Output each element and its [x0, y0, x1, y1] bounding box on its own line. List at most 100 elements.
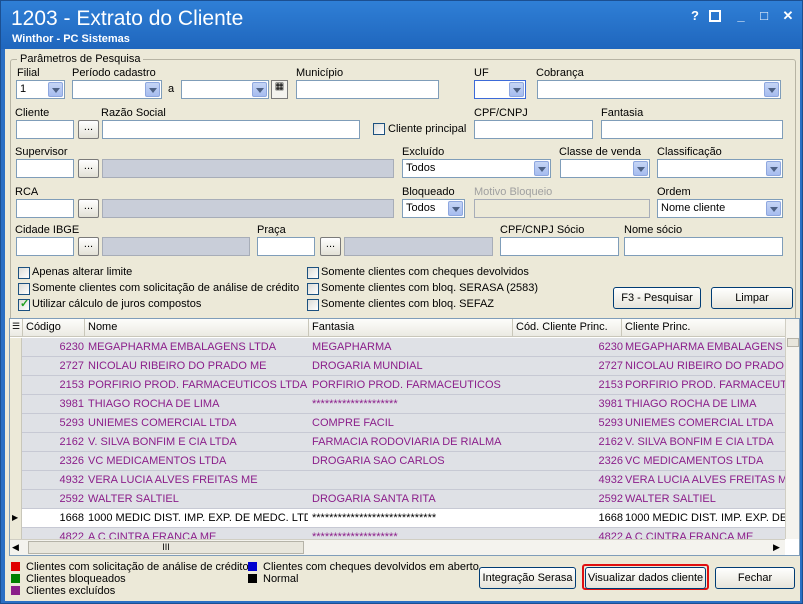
chevron-down-icon[interactable] [509, 82, 524, 97]
cell-codigo: 2162 [59, 436, 84, 448]
cliente-input[interactable] [16, 120, 74, 139]
col-fantasia[interactable]: Fantasia [312, 321, 354, 333]
bloqueado-select[interactable]: Todos [402, 199, 465, 218]
calendar-icon[interactable]: ▦ [271, 80, 288, 99]
cpf-socio-input[interactable] [500, 237, 619, 256]
solicitacao-analise-label: Somente clientes com solicitação de anál… [32, 282, 300, 294]
juros-compostos-checkbox[interactable] [18, 297, 30, 311]
cell-nome: MEGAPHARMA EMBALAGENS LTDA [88, 341, 277, 353]
nome-socio-input[interactable] [624, 237, 783, 256]
table-row[interactable]: 1668 1000 MEDIC DIST. IMP. EXP. DE MEDC. … [22, 509, 785, 528]
chevron-down-icon[interactable] [766, 201, 781, 216]
chevron-down-icon[interactable] [534, 161, 549, 176]
cell-codigo: 1668 [59, 512, 84, 524]
table-row[interactable]: 2162 V. SILVA BONFIM E CIA LTDA FARMACIA R… [22, 433, 785, 452]
periodo-start-date[interactable] [72, 80, 162, 99]
minimize-icon[interactable]: _ [733, 8, 749, 24]
table-row[interactable]: 2592 WALTER SALTIEL DROGARIA SANTA RITA 259… [22, 490, 785, 509]
row-indicator[interactable] [10, 414, 22, 433]
visualizar-dados-cliente-button[interactable]: Visualizar dados cliente [585, 567, 706, 589]
row-indicator[interactable] [10, 452, 22, 471]
row-indicator[interactable] [10, 395, 22, 414]
cell-cod-princ: 5293 [598, 417, 623, 429]
scroll-right-icon[interactable]: ▶ [773, 542, 780, 553]
table-row[interactable]: 2153 PORFIRIO PROD. FARMACEUTICOS LTDA POR… [22, 376, 785, 395]
row-indicator[interactable] [10, 490, 22, 509]
periodo-end-date[interactable] [181, 80, 269, 99]
chevron-down-icon[interactable] [633, 161, 648, 176]
grid-menu-icon[interactable]: ☰ [12, 321, 20, 332]
limpar-button[interactable]: Limpar [711, 287, 793, 309]
pesquisar-button[interactable]: F3 - Pesquisar [613, 287, 701, 309]
cliente-principal-checkbox[interactable] [373, 123, 385, 135]
cpf-cnpj-input[interactable] [474, 120, 593, 139]
table-row[interactable]: 2727 NICOLAU RIBEIRO DO PRADO ME DROGARIA … [22, 357, 785, 376]
cidade-search-button[interactable]: ... [78, 237, 99, 256]
table-row[interactable]: 4932 VERA LUCIA ALVES FREITAS ME 4932 VERA … [22, 471, 785, 490]
fantasia-input[interactable] [601, 120, 783, 139]
row-indicator[interactable] [10, 357, 22, 376]
chevron-down-icon[interactable] [48, 82, 63, 97]
filial-select[interactable]: 1 [16, 80, 65, 99]
cheques-devolvidos-checkbox[interactable] [307, 267, 319, 279]
row-indicator[interactable] [10, 471, 22, 490]
maximize-icon[interactable]: □ [756, 8, 772, 24]
uf-select[interactable] [474, 80, 526, 99]
cell-nome: V. SILVA BONFIM E CIA LTDA [88, 436, 237, 448]
close-icon[interactable]: ✕ [780, 8, 796, 24]
table-row[interactable]: 3981 THIAGO ROCHA DE LIMA ****************… [22, 395, 785, 414]
chevron-down-icon[interactable] [766, 161, 781, 176]
legend-green-square [11, 574, 20, 583]
solicitacao-analise-checkbox[interactable] [18, 283, 30, 295]
row-indicator[interactable] [10, 433, 22, 452]
integracao-serasa-button[interactable]: Integração Serasa [479, 567, 576, 589]
classe-venda-select[interactable] [560, 159, 650, 178]
row-indicator[interactable] [10, 338, 22, 357]
municipio-input[interactable] [296, 80, 439, 99]
hscroll-thumb[interactable]: III [28, 541, 304, 554]
grid-header: ☰ Código Nome Fantasia Cód. Cliente Prin… [10, 319, 785, 337]
excluido-select[interactable]: Todos [402, 159, 551, 178]
apenas-alterar-limite-checkbox[interactable] [18, 267, 30, 279]
col-cliente-princ[interactable]: Cliente Princ. [625, 321, 690, 333]
horizontal-scrollbar[interactable]: ◀ III ▶ [10, 539, 785, 555]
bloq-serasa-checkbox[interactable] [307, 283, 319, 295]
col-nome[interactable]: Nome [88, 321, 117, 333]
vertical-scrollbar[interactable] [785, 319, 799, 539]
supervisor-input[interactable] [16, 159, 74, 178]
help-icon[interactable]: ? [687, 8, 703, 24]
cheques-devolvidos-label: Somente clientes com cheques devolvidos [321, 266, 529, 278]
cell-cliente-princ: 1000 MEDIC DIST. IMP. EXP. DE [625, 512, 785, 524]
praca-search-button[interactable]: ... [320, 237, 341, 256]
bloq-sefaz-checkbox[interactable] [307, 299, 319, 311]
scrollbar-thumb[interactable] [787, 338, 799, 347]
razao-social-input[interactable] [102, 120, 360, 139]
table-row[interactable]: 5293 UNIEMES COMERCIAL LTDA COMPRE FACIL 52… [22, 414, 785, 433]
rca-input[interactable] [16, 199, 74, 218]
col-codigo[interactable]: Código [26, 321, 61, 333]
legend-excluidos: Clientes excluídos [26, 585, 116, 597]
row-indicator[interactable]: ▶ [10, 509, 22, 528]
table-row[interactable]: 2326 VC MEDICAMENTOS LTDA DROGARIA SAO CAR… [22, 452, 785, 471]
classificacao-select[interactable] [657, 159, 783, 178]
scroll-left-icon[interactable]: ◀ [12, 542, 19, 553]
chevron-down-icon[interactable] [448, 201, 463, 216]
col-cod-cliente-princ[interactable]: Cód. Cliente Princ. [516, 321, 608, 333]
edit-icon[interactable] [709, 10, 721, 22]
ordem-select[interactable]: Nome cliente [657, 199, 783, 218]
cell-fantasia: DROGARIA SANTA RITA [312, 493, 436, 505]
rca-search-button[interactable]: ... [78, 199, 99, 218]
table-row[interactable]: 6230 MEGAPHARMA EMBALAGENS LTDA MEGAPHARMA… [22, 338, 785, 357]
praca-input[interactable] [257, 237, 315, 256]
bloqueado-value: Todos [406, 202, 436, 214]
row-indicator[interactable] [10, 376, 22, 395]
rca-name-display [102, 199, 394, 218]
cobranca-select[interactable] [537, 80, 781, 99]
cidade-ibge-input[interactable] [16, 237, 74, 256]
cliente-search-button[interactable]: ... [78, 120, 99, 139]
chevron-down-icon[interactable] [764, 82, 779, 97]
supervisor-search-button[interactable]: ... [78, 159, 99, 178]
chevron-down-icon[interactable] [145, 82, 160, 97]
chevron-down-icon[interactable] [252, 82, 267, 97]
fechar-button[interactable]: Fechar [715, 567, 795, 589]
